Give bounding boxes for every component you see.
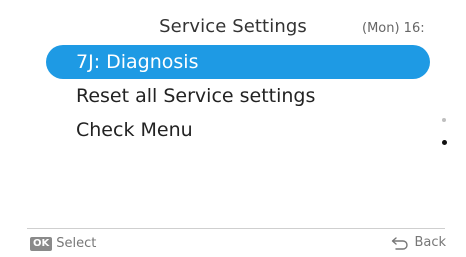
select-label: Select	[56, 236, 97, 251]
clock-display: (Mon) 16:	[362, 21, 425, 36]
menu-item-diagnosis[interactable]: 7J: Diagnosis	[46, 45, 430, 79]
ok-key-icon: OK	[30, 236, 53, 251]
select-hint[interactable]: OK Select	[30, 236, 96, 251]
back-arrow-icon	[392, 236, 409, 250]
back-button[interactable]: Back	[391, 235, 446, 250]
menu-item-check-menu[interactable]: Check Menu	[46, 113, 430, 147]
page-dot-2-current	[442, 140, 447, 145]
back-label: Back	[414, 235, 446, 250]
page-dot-1	[442, 118, 446, 122]
footer-divider	[27, 228, 445, 229]
menu-item-reset-service-settings[interactable]: Reset all Service settings	[46, 79, 430, 113]
service-menu: 7J: Diagnosis Reset all Service settings…	[46, 45, 430, 147]
service-settings-screen: Service Settings (Mon) 16: 7J: Diagnosis…	[0, 0, 466, 257]
